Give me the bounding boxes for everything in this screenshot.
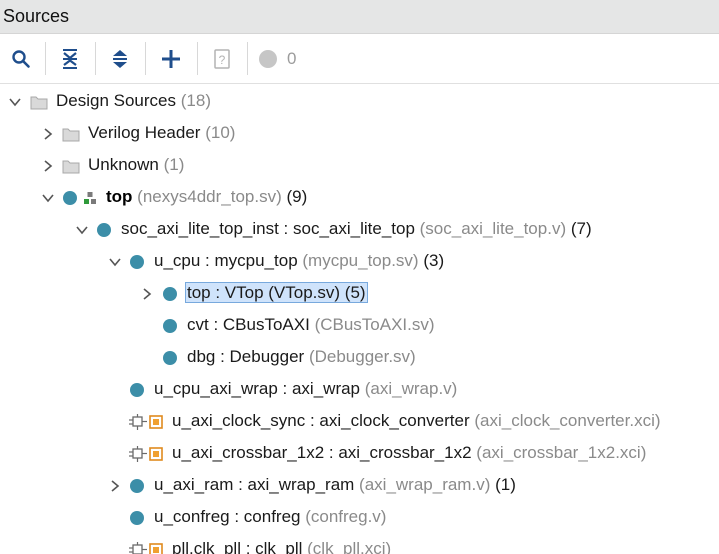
- tree-node-file: (mycpu_top.sv): [302, 251, 419, 270]
- sources-tree[interactable]: Design Sources (18) Verilog Header (10) …: [0, 84, 719, 554]
- tree-row-soc-axi-lite-top-inst[interactable]: soc_axi_lite_top_inst : soc_axi_lite_top…: [0, 214, 719, 246]
- toolbar-separator: [45, 42, 46, 75]
- tree-node-count: (18): [180, 91, 211, 110]
- collapse-all-button[interactable]: [57, 44, 83, 74]
- tree-node-name: Verilog Header: [88, 123, 201, 142]
- tree-node-file: (confreg.v): [305, 507, 387, 526]
- chevron-right-icon[interactable]: [109, 480, 121, 492]
- tree-node-count: (9): [286, 187, 308, 206]
- toolbar-separator: [145, 42, 146, 75]
- chevron-down-icon[interactable]: [9, 96, 21, 108]
- tree-node-file: (CBusToAXI.sv): [314, 315, 435, 334]
- tree-node-count: (1): [495, 475, 516, 494]
- tree-node-file: (clk_pll.xci): [307, 539, 392, 554]
- svg-text:?: ?: [219, 53, 226, 67]
- tree-node-name: dbg : Debugger: [187, 347, 305, 366]
- tree-row-u-cpu[interactable]: u_cpu : mycpu_top (mycpu_top.sv) (3): [0, 246, 719, 278]
- tree-node-name-selected: top : VTop (VTop.sv) (5): [185, 282, 368, 303]
- module-icon: [130, 479, 144, 493]
- module-icon: [130, 511, 144, 525]
- chevron-right-icon[interactable]: [42, 128, 54, 140]
- module-icon: [97, 223, 111, 237]
- tree-row-top[interactable]: top (nexys4ddr_top.sv) (9): [0, 182, 719, 214]
- add-sources-button[interactable]: [157, 44, 185, 74]
- tree-node-count: (3): [423, 251, 445, 270]
- ip-block-icon: [149, 447, 163, 461]
- tree-node-name: soc_axi_lite_top_inst : soc_axi_lite_top: [121, 219, 415, 238]
- folder-icon: [30, 96, 48, 110]
- tree-node-count: (1): [163, 155, 185, 174]
- module-icon: [163, 319, 177, 333]
- tree-node-name: u_cpu_axi_wrap : axi_wrap: [154, 379, 361, 398]
- properties-button[interactable]: ?: [209, 44, 235, 74]
- tree-node-count: (7): [570, 219, 592, 238]
- tree-row-u-axi-clock-sync[interactable]: u_axi_clock_sync : axi_clock_converter (…: [0, 406, 719, 438]
- status-circle-icon: [259, 50, 277, 68]
- chevron-down-icon[interactable]: [42, 192, 54, 204]
- tree-node-file: (axi_clock_converter.xci): [474, 411, 661, 430]
- tree-row-u-confreg[interactable]: u_confreg : confreg (confreg.v): [0, 502, 719, 534]
- properties-icon: ?: [214, 49, 230, 69]
- tree-node-file: (Debugger.sv): [308, 347, 416, 366]
- sources-panel-header: Sources: [0, 0, 719, 34]
- panel-title: Sources: [3, 6, 70, 26]
- tree-row-verilog-header[interactable]: Verilog Header (10): [0, 118, 719, 150]
- tree-node-name: pll.clk_pll : clk_pll: [172, 539, 303, 554]
- tree-node-file: (soc_axi_lite_top.v): [419, 219, 567, 238]
- toolbar-separator: [247, 42, 248, 75]
- expand-all-button[interactable]: [107, 44, 133, 74]
- tree-row-pll-clk-pll[interactable]: pll.clk_pll : clk_pll (clk_pll.xci): [0, 534, 719, 554]
- folder-icon: [62, 128, 80, 142]
- sources-toolbar: ? 0: [0, 34, 719, 84]
- tree-node-file: (axi_wrap_ram.v): [359, 475, 491, 494]
- chevron-down-icon[interactable]: [76, 224, 88, 236]
- module-icon: [63, 191, 77, 205]
- module-icon: [130, 383, 144, 397]
- module-icon: [163, 287, 177, 301]
- tree-row-unknown[interactable]: Unknown (1): [0, 150, 719, 182]
- ip-core-icon: [129, 446, 147, 462]
- chevron-right-icon[interactable]: [141, 288, 153, 300]
- tree-row-design-sources[interactable]: Design Sources (18): [0, 86, 719, 118]
- chevron-down-icon[interactable]: [109, 256, 121, 268]
- ip-block-icon: [149, 543, 163, 554]
- expand-all-icon: [113, 50, 127, 68]
- chevron-right-icon[interactable]: [42, 160, 54, 172]
- tree-node-name: top: [106, 187, 133, 206]
- tree-row-cvt[interactable]: cvt : CBusToAXI (CBusToAXI.sv): [0, 310, 719, 342]
- tree-row-vtop[interactable]: top : VTop (VTop.sv) (5): [0, 278, 719, 310]
- search-button[interactable]: [8, 44, 34, 74]
- tree-node-name: u_cpu : mycpu_top: [154, 251, 298, 270]
- tree-node-name: cvt : CBusToAXI: [187, 315, 310, 334]
- tree-node-name: u_axi_crossbar_1x2 : axi_crossbar_1x2: [172, 443, 472, 462]
- hierarchy-top-icon: [84, 192, 96, 204]
- ip-block-icon: [149, 415, 163, 429]
- search-icon: [12, 50, 30, 68]
- tree-node-name: u_axi_clock_sync : axi_clock_converter: [172, 411, 470, 430]
- tree-node-file: (axi_wrap.v): [364, 379, 458, 398]
- status-indicator[interactable]: 0: [259, 44, 309, 74]
- toolbar-separator: [95, 42, 96, 75]
- plus-icon: [162, 50, 180, 68]
- tree-node-name: Design Sources: [56, 91, 177, 110]
- tree-row-u-cpu-axi-wrap[interactable]: u_cpu_axi_wrap : axi_wrap (axi_wrap.v): [0, 374, 719, 406]
- tree-node-name: Unknown: [88, 155, 159, 174]
- tree-node-name: u_axi_ram : axi_wrap_ram: [154, 475, 355, 494]
- tree-node-file: (nexys4ddr_top.sv): [137, 187, 282, 206]
- collapse-all-icon: [63, 49, 77, 69]
- ip-core-icon: [129, 414, 147, 430]
- tree-row-u-axi-ram[interactable]: u_axi_ram : axi_wrap_ram (axi_wrap_ram.v…: [0, 470, 719, 502]
- folder-icon: [62, 160, 80, 174]
- tree-node-count: (10): [205, 123, 236, 142]
- tree-node-name: u_confreg : confreg: [154, 507, 301, 526]
- tree-node-file: (axi_crossbar_1x2.xci): [476, 443, 647, 462]
- module-icon: [130, 255, 144, 269]
- module-icon: [163, 351, 177, 365]
- status-count: 0: [287, 49, 297, 68]
- ip-core-icon: [129, 542, 147, 554]
- toolbar-separator: [197, 42, 198, 75]
- tree-row-dbg[interactable]: dbg : Debugger (Debugger.sv): [0, 342, 719, 374]
- tree-row-u-axi-crossbar-1x2[interactable]: u_axi_crossbar_1x2 : axi_crossbar_1x2 (a…: [0, 438, 719, 470]
